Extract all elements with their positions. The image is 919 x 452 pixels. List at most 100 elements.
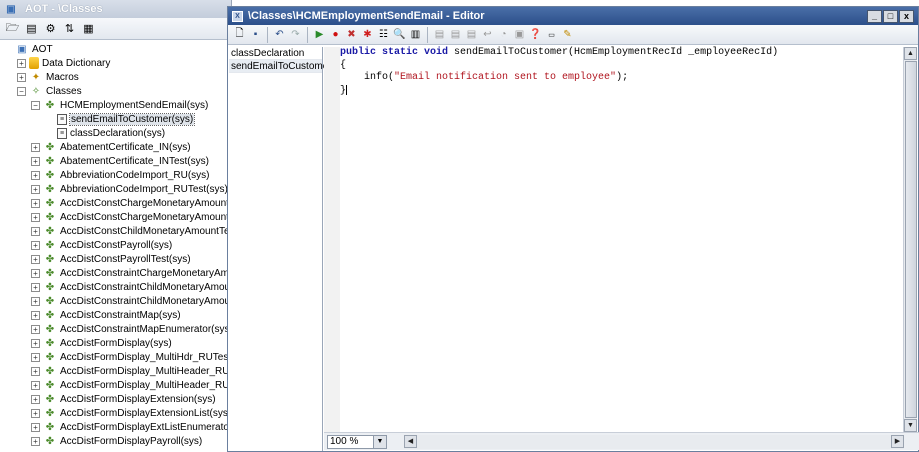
expand-icon[interactable]: + [31,226,40,236]
list-enums-icon[interactable]: ▤ [464,27,479,42]
tree-item[interactable]: + ✤ AccDistConstChildMonetaryAmountTestab [0,224,231,238]
expand-icon[interactable]: + [31,394,40,404]
class-icon: ✤ [45,337,55,349]
expand-icon[interactable]: + [31,408,40,418]
help-icon[interactable]: ❓ [528,27,543,42]
tree-item[interactable]: + ✤ AbatementCertificate_INTest(sys) [0,154,231,168]
collapse-icon[interactable]: − [31,100,40,110]
tree-item[interactable]: + ✤ AbbreviationCodeImport_RU(sys) [0,168,231,182]
expand-icon[interactable]: + [17,58,26,68]
open-folder-icon[interactable]: 🗁 [4,20,21,37]
expand-icon[interactable]: + [31,156,40,166]
scroll-left-icon[interactable]: ◀ [404,435,417,448]
tree-item[interactable]: ≡ sendEmailToCustomer(sys) [0,112,231,126]
scrollbar-thumb[interactable] [905,61,917,418]
run-icon[interactable]: ▶ [312,27,327,42]
tree-item[interactable]: + ✤ AccDistFormDisplay_MultiHeader_RU(sys) [0,364,231,378]
redo-icon[interactable]: ↷ [288,27,303,42]
expand-icon[interactable]: + [31,352,40,362]
tree-item[interactable]: + ✤ AccDistFormDisplay_MultiHeader_RUTest( [0,378,231,392]
expand-icon[interactable]: + [31,268,40,278]
horizontal-scrollbar[interactable]: ◀ ▶ [404,435,904,449]
tree-item[interactable]: + ✤ AccDistFormDisplayExtension(sys) [0,392,231,406]
tree-item[interactable]: + ✤ AccDistFormDisplayExtensionList(sys) [0,406,231,420]
scroll-down-icon[interactable]: ▼ [904,419,917,432]
tree-item[interactable]: ▣ AOT [0,42,231,56]
expand-icon[interactable]: + [31,310,40,320]
expand-icon[interactable]: + [31,338,40,348]
expand-icon[interactable]: + [31,170,40,180]
tree-item[interactable]: + ✤ AccDistFormDisplayExtListEnumerator(sy… [0,420,231,434]
tree-item-label: AccDistConstraintMap(sys) [60,309,181,321]
tree-item[interactable]: + Data Dictionary [0,56,231,70]
chevron-down-icon[interactable]: ▼ [374,434,387,449]
expand-icon[interactable]: + [31,324,40,334]
scroll-up-icon[interactable]: ▲ [904,47,917,60]
tree-item[interactable]: + ✤ AccDistFormDisplay(sys) [0,336,231,350]
tree-item[interactable]: + ✤ AccDistConstraintMapEnumerator(sys) [0,322,231,336]
expand-icon[interactable]: + [31,212,40,222]
tree-item[interactable]: + ✤ AbbreviationCodeImport_RUTest(sys) [0,182,231,196]
list-reserved-icon[interactable]: ▣ [512,27,527,42]
expand-icon[interactable]: + [31,422,40,432]
enable-breakpoint-icon[interactable]: ✱ [360,27,375,42]
expand-icon[interactable]: + [31,198,40,208]
tree-item[interactable]: + ✤ AccDistFormDisplay_MultiHdr_RUTestable… [0,350,231,364]
undo-icon[interactable]: ↶ [272,27,287,42]
method-item-classdeclaration[interactable]: classDeclaration [229,47,322,60]
new-icon[interactable]: 🗋 [232,27,247,42]
tree-item[interactable]: + ✤ AccDistConstraintMap(sys) [0,308,231,322]
save-icon[interactable]: ▪ [248,27,263,42]
go-to-icon[interactable]: ▥ [408,27,423,42]
expand-icon[interactable]: + [31,366,40,376]
expand-icon[interactable]: + [31,142,40,152]
breakpoint-icon[interactable]: ● [328,27,343,42]
collapse-icon[interactable]: − [17,86,26,96]
expand-icon[interactable]: + [31,380,40,390]
lookup-icon[interactable]: 🔍 [392,27,407,42]
tree-item[interactable]: + ✤ AccDistConstPayrollTest(sys) [0,252,231,266]
scroll-right-icon[interactable]: ▶ [891,435,904,448]
tree-item[interactable]: + ✤ AccDistConstraintChildMonetaryAmountTe [0,294,231,308]
expand-icon[interactable]: + [31,282,40,292]
breakpoint-list-icon[interactable]: ☷ [376,27,391,42]
compile-icon[interactable]: ⚙ [42,20,59,37]
tree-item[interactable]: + ✤ AccDistFormDisplayPayroll(sys) [0,434,231,448]
method-item-sendemailtocustomer[interactable]: sendEmailToCustomer [229,60,332,73]
tree-item[interactable]: + ✤ AbatementCertificate_IN(sys) [0,140,231,154]
tree-item[interactable]: + ✤ AccDistConstraintChargeMonetaryAmount [0,266,231,280]
scripts-icon[interactable]: ▭ [544,27,559,42]
list-fields-icon[interactable]: ▤ [448,27,463,42]
list-classes-icon[interactable]: ◔ [496,27,511,42]
list-types-icon[interactable]: ↩ [480,27,495,42]
properties-icon[interactable]: ✎ [560,27,575,42]
zoom-select[interactable]: 100 % [327,434,374,449]
tree-item[interactable]: − ✤ HCMEmploymentSendEmail(sys) [0,98,231,112]
maximize-button[interactable]: □ [883,10,898,23]
editor-gutter[interactable] [324,47,340,432]
expand-icon[interactable]: + [31,240,40,250]
tree-item[interactable]: − ✧ Classes [0,84,231,98]
expand-icon[interactable]: + [31,296,40,306]
vertical-scrollbar[interactable]: ▲ ▼ [903,47,917,432]
expand-icon[interactable]: + [31,254,40,264]
tree-item[interactable]: + ✤ AccDistConstChargeMonetaryAmountTest [0,196,231,210]
tree-item[interactable]: + ✦ Macros [0,70,231,84]
code-editor[interactable]: public static void sendEmailToCustomer(H… [340,47,903,432]
expand-icon[interactable]: + [31,436,40,446]
tree-item[interactable]: ≡ classDeclaration(sys) [0,126,231,140]
properties-icon[interactable]: ▤ [23,20,40,37]
remove-breakpoints-icon[interactable]: ✖ [344,27,359,42]
tree-item[interactable]: + ✤ AccDistConstPayroll(sys) [0,238,231,252]
close-button[interactable]: x [899,10,914,23]
save-all-icon[interactable]: ▦ [80,20,97,37]
tree-item[interactable]: + ✤ AccDistConstChargeMonetaryAmountTest [0,210,231,224]
import-icon[interactable]: ⇅ [61,20,78,37]
aot-title-bar[interactable]: ▣ AOT - \Classes [0,0,231,18]
minimize-button[interactable]: _ [867,10,882,23]
list-tables-icon[interactable]: ▤ [432,27,447,42]
expand-icon[interactable]: + [17,72,26,82]
tree-item[interactable]: + ✤ AccDistConstraintChildMonetaryAmount(s [0,280,231,294]
expand-icon[interactable]: + [31,184,40,194]
editor-title-bar[interactable]: X \Classes\HCMEmploymentSendEmail - Edit… [228,7,918,25]
